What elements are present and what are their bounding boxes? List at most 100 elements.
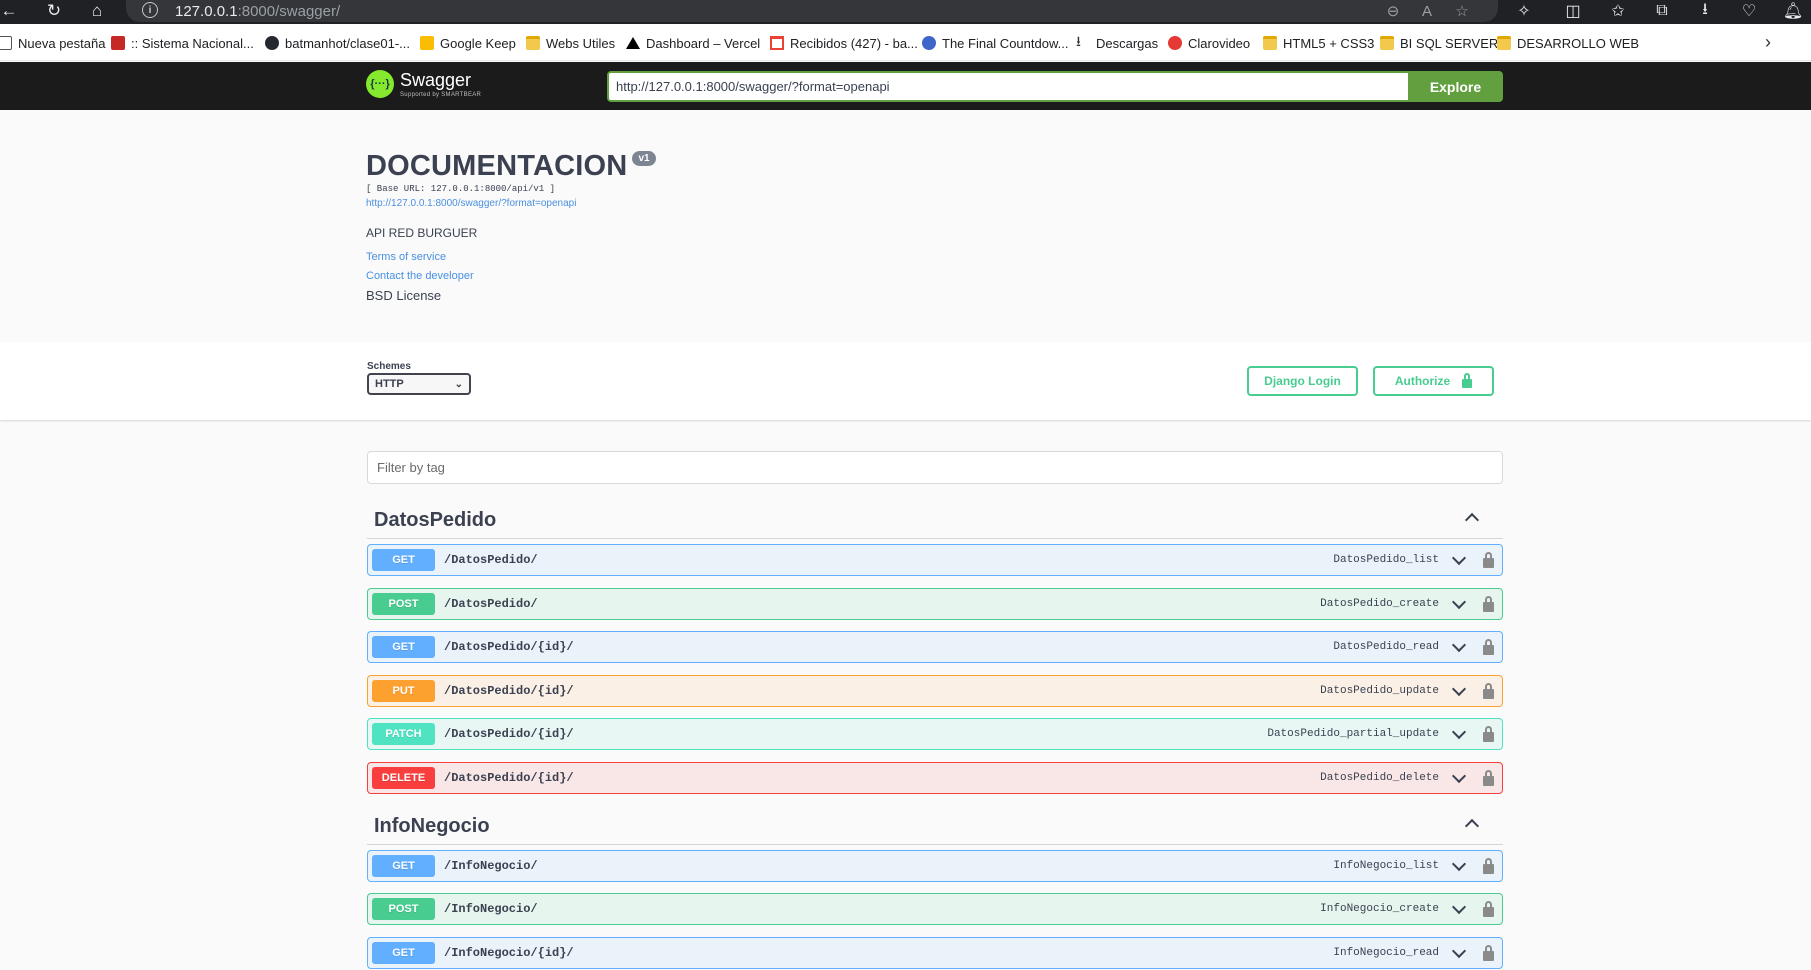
home-icon[interactable]: ⌂ bbox=[82, 0, 112, 22]
page-title: DOCUMENTACION bbox=[366, 150, 628, 182]
claro-icon bbox=[1168, 36, 1182, 50]
operation-path: /DatosPedido/{id}/ bbox=[444, 727, 574, 741]
address-bar[interactable]: i 127.0.0.1:8000/swagger/ ⊖ A ☆ bbox=[126, 0, 1498, 22]
downloads-icon[interactable]: ⭳ bbox=[1692, 1, 1718, 21]
spec-url-input[interactable] bbox=[607, 71, 1409, 102]
chevron-down-icon[interactable] bbox=[1452, 861, 1464, 871]
chevron-down-icon[interactable] bbox=[1452, 773, 1464, 783]
method-badge: GET bbox=[372, 549, 435, 571]
chevron-down-icon[interactable] bbox=[1452, 642, 1464, 652]
operation-row[interactable]: GET /DatosPedido/ DatosPedido_list bbox=[367, 544, 1503, 576]
extensions-icon[interactable]: ✧ bbox=[1511, 1, 1537, 21]
lock-icon[interactable] bbox=[1483, 683, 1494, 699]
swagger-topbar: {···} Swagger Supported by SMARTBEAR Exp… bbox=[0, 62, 1811, 110]
mtc-icon bbox=[111, 36, 125, 50]
explore-button[interactable]: Explore bbox=[1408, 71, 1503, 102]
lock-icon[interactable] bbox=[1483, 945, 1494, 961]
operation-path: /InfoNegocio/ bbox=[444, 902, 538, 916]
operation-row[interactable]: GET /InfoNegocio/{id}/ InfoNegocio_read bbox=[367, 937, 1503, 969]
chevron-down-icon[interactable] bbox=[1452, 555, 1464, 565]
bookmark-item[interactable]: Recibidos (427) - ba... bbox=[770, 32, 918, 54]
bookmark-item[interactable]: Clarovideo bbox=[1168, 32, 1250, 54]
lock-icon[interactable] bbox=[1483, 770, 1494, 786]
back-arrow-icon[interactable]: ← bbox=[0, 0, 24, 22]
bookmark-item[interactable]: Dashboard – Vercel bbox=[626, 32, 760, 54]
favorites-icon[interactable]: ✩ bbox=[1605, 1, 1631, 21]
page-icon bbox=[0, 36, 12, 50]
tag-section-header[interactable]: DatosPedido bbox=[367, 499, 1503, 539]
filter-by-tag-input[interactable] bbox=[367, 451, 1503, 484]
django-login-button[interactable]: Django Login bbox=[1247, 366, 1358, 396]
operation-id: DatosPedido_create bbox=[1320, 598, 1439, 610]
bookmark-item[interactable]: :: Sistema Nacional... bbox=[111, 32, 254, 54]
chevron-up-icon[interactable] bbox=[1465, 817, 1477, 829]
operation-path: /DatosPedido/{id}/ bbox=[444, 684, 574, 698]
lock-icon[interactable] bbox=[1483, 639, 1494, 655]
bookmark-folder[interactable]: HTML5 + CSS3 bbox=[1263, 32, 1374, 54]
bookmark-folder[interactable]: DESARROLLO WEB bbox=[1497, 32, 1639, 54]
lock-icon[interactable] bbox=[1483, 552, 1494, 568]
split-screen-icon[interactable]: ◫ bbox=[1560, 1, 1586, 21]
chevron-down-icon[interactable] bbox=[1452, 599, 1464, 609]
chevron-right-icon[interactable]: › bbox=[1765, 32, 1771, 53]
operation-row[interactable]: GET /DatosPedido/{id}/ DatosPedido_read bbox=[367, 631, 1503, 663]
bookmark-item[interactable]: The Final Countdow... bbox=[922, 32, 1068, 54]
operation-row[interactable]: POST /DatosPedido/ DatosPedido_create bbox=[367, 588, 1503, 620]
bookmark-folder[interactable]: Webs Utiles bbox=[526, 32, 615, 54]
lock-icon[interactable] bbox=[1483, 726, 1494, 742]
folder-icon bbox=[1263, 36, 1277, 50]
operation-path: /DatosPedido/{id}/ bbox=[444, 640, 574, 654]
operation-path: /DatosPedido/ bbox=[444, 553, 538, 567]
vercel-icon bbox=[626, 37, 640, 49]
operation-id: InfoNegocio_create bbox=[1320, 903, 1439, 915]
bookmark-folder[interactable]: BI SQL SERVER bbox=[1380, 32, 1498, 54]
operation-id: InfoNegocio_read bbox=[1333, 947, 1439, 959]
bookmark-item[interactable]: Google Keep bbox=[420, 32, 516, 54]
reload-icon[interactable]: ↻ bbox=[39, 0, 69, 22]
license-text: BSD License bbox=[366, 288, 442, 303]
method-badge: DELETE bbox=[372, 767, 435, 789]
terms-of-service-link[interactable]: Terms of service bbox=[366, 251, 446, 263]
logo-name: Swagger bbox=[400, 69, 472, 90]
operation-row[interactable]: PUT /DatosPedido/{id}/ DatosPedido_updat… bbox=[367, 675, 1503, 707]
spec-link[interactable]: http://127.0.0.1:8000/swagger/?format=op… bbox=[366, 198, 576, 209]
scheme-container: Schemes HTTP ⌄ Django Login Authorize bbox=[0, 342, 1811, 420]
lock-icon[interactable] bbox=[1483, 858, 1494, 874]
chevron-down-icon[interactable] bbox=[1452, 686, 1464, 696]
authorize-button[interactable]: Authorize bbox=[1373, 366, 1494, 396]
notifications-bell-icon[interactable]: 🔔︎ bbox=[1780, 1, 1806, 21]
swagger-logo[interactable]: {···} Swagger Supported by SMARTBEAR bbox=[366, 70, 481, 98]
method-badge: GET bbox=[372, 636, 435, 658]
site-info-icon[interactable]: i bbox=[142, 2, 158, 18]
schemes-select[interactable]: HTTP ⌄ bbox=[367, 373, 471, 395]
chevron-down-icon[interactable] bbox=[1452, 948, 1464, 958]
contact-developer-link[interactable]: Contact the developer bbox=[366, 270, 474, 282]
read-aloud-icon[interactable]: A bbox=[1416, 1, 1438, 21]
chevron-up-icon[interactable] bbox=[1465, 511, 1477, 523]
lock-icon[interactable] bbox=[1483, 596, 1494, 612]
bookmark-item[interactable]: ⭳ Descargas bbox=[1076, 32, 1158, 54]
api-info: DOCUMENTACION v1 [ Base URL: 127.0.0.1:8… bbox=[366, 110, 1503, 342]
tag-section-header[interactable]: InfoNegocio bbox=[367, 805, 1503, 845]
lock-icon[interactable] bbox=[1483, 901, 1494, 917]
operation-id: DatosPedido_read bbox=[1333, 641, 1439, 653]
chevron-down-icon[interactable] bbox=[1452, 729, 1464, 739]
operation-row[interactable]: DELETE /DatosPedido/{id}/ DatosPedido_de… bbox=[367, 762, 1503, 794]
version-badge: v1 bbox=[632, 151, 656, 166]
method-badge: POST bbox=[372, 593, 435, 615]
collections-icon[interactable]: ⧉ bbox=[1649, 1, 1675, 21]
chevron-down-icon[interactable] bbox=[1452, 904, 1464, 914]
operation-row[interactable]: GET /InfoNegocio/ InfoNegocio_list bbox=[367, 850, 1503, 882]
folder-icon bbox=[526, 36, 540, 50]
bookmark-item[interactable]: Nueva pestaña bbox=[0, 32, 105, 54]
address-url[interactable]: 127.0.0.1:8000/swagger/ bbox=[175, 3, 340, 20]
zoom-out-icon[interactable]: ⊖ bbox=[1382, 1, 1404, 21]
favorite-star-icon[interactable]: ☆ bbox=[1451, 1, 1473, 21]
method-badge: GET bbox=[372, 942, 435, 964]
bookmark-item[interactable]: batmanhot/clase01-... bbox=[265, 32, 410, 54]
browser-essentials-icon[interactable]: ♡ bbox=[1736, 1, 1762, 21]
operation-id: DatosPedido_update bbox=[1320, 685, 1439, 697]
operation-row[interactable]: POST /InfoNegocio/ InfoNegocio_create bbox=[367, 893, 1503, 925]
operation-row[interactable]: PATCH /DatosPedido/{id}/ DatosPedido_par… bbox=[367, 718, 1503, 750]
globe-icon bbox=[922, 36, 936, 50]
